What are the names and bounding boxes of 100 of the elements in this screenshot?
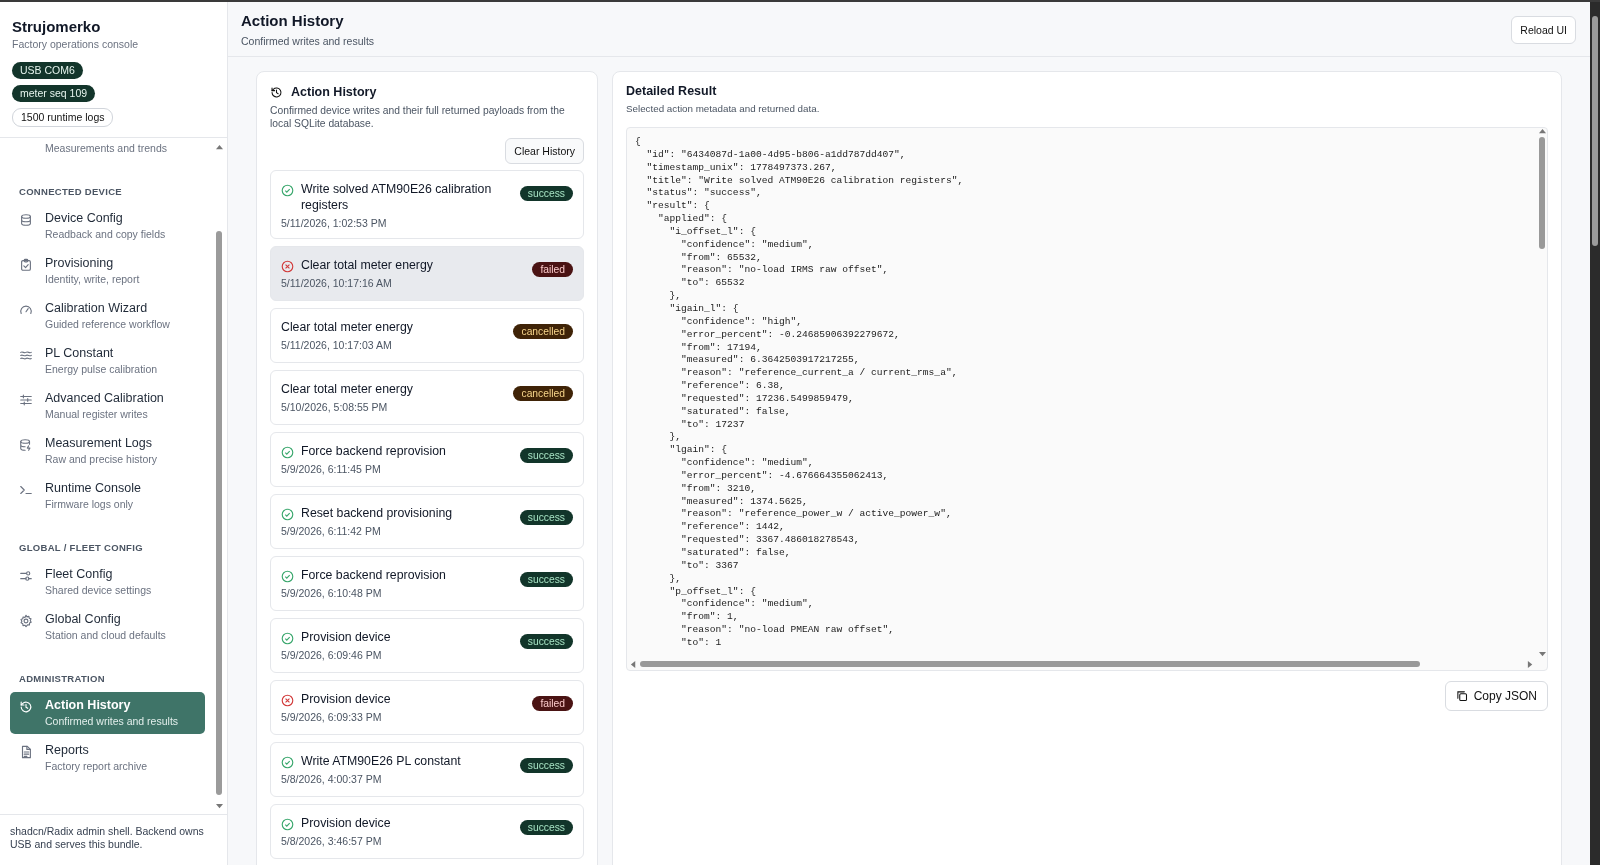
status-badge: cancelled [513,386,573,401]
action-time: 5/8/2026, 4:00:37 PM [281,773,383,785]
check-circle-icon [281,570,294,583]
history-item[interactable]: Provision device 5/9/2026, 6:09:46 PM success [270,618,584,673]
history-item[interactable]: Clear total meter energy 5/11/2026, 10:17:16 AM failed [270,246,584,301]
nav-item[interactable]: PL Constant Energy pulse calibration [10,340,205,382]
card-description: Confirmed device writes and their full returned payloads from the local SQLite database. [270,104,566,130]
action-time: 5/9/2026, 6:11:45 PM [281,463,382,475]
action-title: Write ATM90E26 PL constant [301,753,461,769]
toggles-icon [19,569,33,583]
action-title: Clear total meter energy [281,319,413,335]
card-description: Selected action metadata and returned data. [626,103,821,114]
nav-item[interactable]: Calibration Wizard Guided reference workflow [10,295,205,337]
section-heading: ADMINISTRATION [18,672,106,686]
action-time: 5/9/2026, 6:09:33 PM [281,711,383,723]
status-badge: failed [532,262,573,277]
database-icon [19,438,33,452]
page-title: Action History [241,12,345,29]
sidebar-note: shadcn/Radix admin shell. Backend owns USB and serves this bundle. [0,814,227,865]
nav-item[interactable]: Runtime Console Firmware logs only [10,475,205,517]
action-time: 5/11/2026, 10:17:16 AM [281,277,393,289]
copy-json-button[interactable]: Copy JSON [1444,681,1548,711]
x-circle-icon [281,694,294,707]
document-icon [19,745,33,759]
action-title: Clear total meter energy [301,257,433,273]
status-badge: success [519,186,573,201]
history-item[interactable]: Force backend reprovision 5/9/2026, 6:11:45 PM success [270,432,584,487]
status-badge: success [519,572,573,587]
history-item[interactable]: Reset backend provisioning 5/9/2026, 6:11:42 PM success [270,494,584,549]
nav-item[interactable]: Measurement Logs Raw and precise history [10,430,205,472]
status-badge: success [519,634,573,649]
check-circle-icon [281,446,294,459]
history-icon [19,700,33,714]
scroll-down-icon[interactable] [215,803,223,810]
nav-item[interactable]: Advanced Calibration Manual register writes [10,385,205,427]
copy-icon [1455,690,1468,702]
clipboard-icon [19,258,33,272]
action-time: 5/9/2026, 6:11:42 PM [281,525,382,537]
scrollbar-thumb[interactable] [640,661,1420,667]
history-item[interactable]: Clear total meter energy 5/11/2026, 10:17:03 AM cancelled [270,308,584,363]
history-item[interactable]: Write solved ATM90E26 calibration registers 5/11/2026, 1:02:53 PM success [270,170,584,239]
database-icon [19,213,33,227]
action-time: 5/9/2026, 6:09:46 PM [281,649,383,661]
x-circle-icon [281,260,294,273]
history-item[interactable]: Write ATM90E26 PL constant 5/8/2026, 4:00:37 PM success [270,742,584,797]
section-heading: CONNECTED DEVICE [18,185,123,199]
nav-item[interactable]: Reports Factory report archive [10,737,205,779]
action-title: Write solved ATM90E26 calibration registers [301,181,493,213]
check-circle-icon [281,508,294,521]
nav-item[interactable]: Provisioning Identity, write, report [10,250,205,292]
page-subtitle: Confirmed writes and results [241,35,375,47]
history-item[interactable]: Clear total meter energy 5/10/2026, 5:08:55 PM cancelled [270,370,584,425]
status-badge: meter seq 109 [12,85,96,102]
clear-history-button[interactable]: Clear History [505,138,584,164]
status-badge: success [519,510,573,525]
nav-item[interactable]: Fleet Config Shared device settings [10,561,205,603]
gauge-icon [19,303,33,317]
app-subtitle: Factory operations console [12,38,140,50]
history-item[interactable]: Provision device 5/8/2026, 3:46:57 PM success [270,804,584,859]
waves-icon [19,348,33,362]
app-title: Strujomerko [12,18,102,35]
status-badge: success [519,448,573,463]
scrollbar-thumb[interactable] [1539,137,1545,249]
action-title: Provision device [301,815,391,831]
history-item[interactable]: Provision device 5/9/2026, 6:09:33 PM failed [270,680,584,735]
scrollbar-thumb[interactable] [216,231,222,795]
nav-item[interactable]: Device Config Readback and copy fields [10,205,205,247]
action-time: 5/11/2026, 10:17:03 AM [281,339,393,351]
action-time: 5/11/2026, 1:02:53 PM [281,217,388,229]
nav-item[interactable]: Action History Confirmed writes and results [10,692,205,734]
check-circle-icon [281,756,294,769]
action-title: Provision device [301,691,391,707]
check-circle-icon [281,818,294,831]
action-title: Force backend reprovision [301,567,446,583]
status-badge: 1500 runtime logs [12,108,114,127]
card-title: Detailed Result [626,84,718,98]
nav-item-subtitle: Measurements and trends [45,142,167,154]
check-circle-icon [281,184,294,197]
card-title: Action History [291,85,377,99]
reload-button[interactable]: Reload UI [1511,16,1576,44]
status-badge: success [519,758,573,773]
status-badge: failed [532,696,573,711]
status-badge: success [519,820,573,835]
scrollbar-thumb[interactable] [1592,16,1598,246]
scroll-left-icon[interactable] [630,660,637,668]
history-item[interactable]: Force backend reprovision 5/9/2026, 6:10:48 PM success [270,556,584,611]
scroll-right-icon[interactable] [1527,660,1534,668]
status-badge: cancelled [513,324,573,339]
action-title: Clear total meter energy [281,381,413,397]
scroll-up-icon[interactable] [1538,128,1546,135]
scroll-down-icon[interactable] [1538,651,1546,658]
nav-item[interactable]: Global Config Station and cloud defaults [10,606,205,648]
terminal-icon [19,483,33,497]
settings-icon [19,614,33,628]
status-badge: USB COM6 [12,62,83,79]
scroll-up-icon[interactable] [215,144,223,151]
action-time: 5/10/2026, 5:08:55 PM [281,401,389,413]
action-title: Reset backend provisioning [301,505,453,521]
check-circle-icon [281,632,294,645]
action-time: 5/9/2026, 6:10:48 PM [281,587,383,599]
